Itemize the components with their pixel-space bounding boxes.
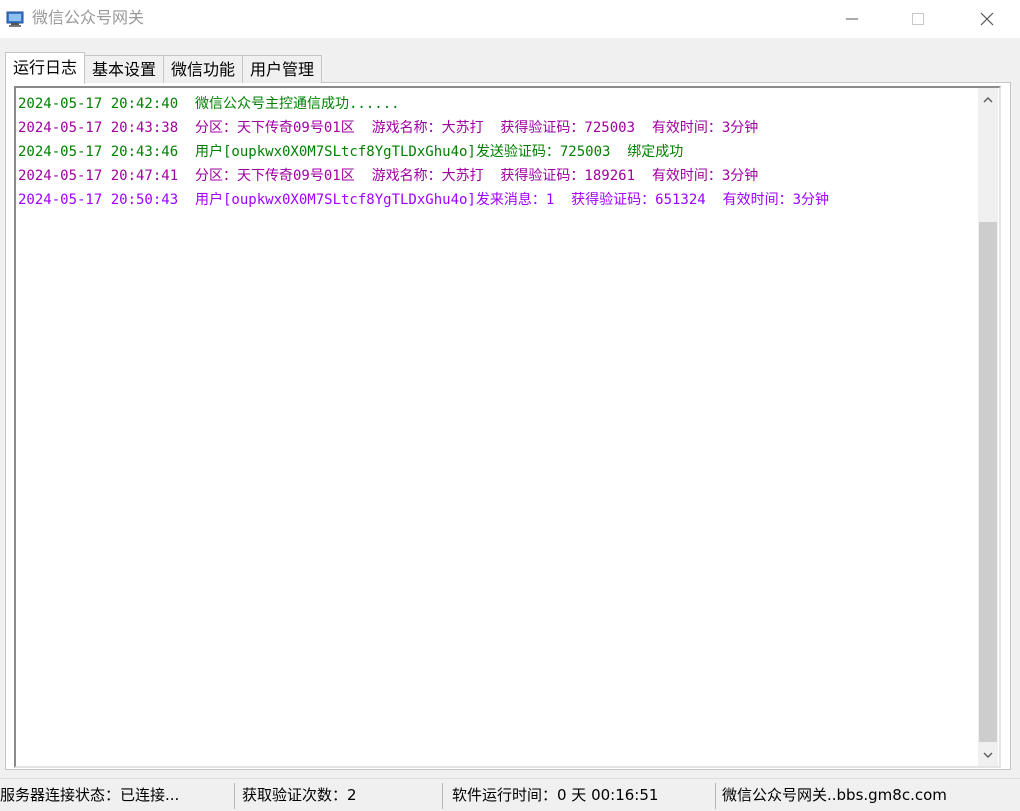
- window-app-icon: [6, 10, 26, 28]
- minimize-icon: [846, 18, 858, 20]
- status-bar: 服务器连接状态：已连接... 获取验证次数：2 软件运行时间：0 天 00:16…: [0, 778, 1020, 811]
- status-divider: [234, 783, 235, 809]
- log-textbox[interactable]: 2024-05-17 20:42:40 微信公众号主控通信成功...... 20…: [14, 86, 1001, 768]
- log-line: 2024-05-17 20:43:46 用户[oupkwx0X0M7SLtcf8…: [18, 144, 684, 160]
- status-verify-count: 获取验证次数：2: [242, 786, 357, 804]
- status-divider: [715, 783, 716, 809]
- log-line: 2024-05-17 20:50:43 用户[oupkwx0X0M7SLtcf8…: [18, 192, 830, 208]
- log-lines: 2024-05-17 20:42:40 微信公众号主控通信成功...... 20…: [18, 92, 973, 212]
- title-bar: 微信公众号网关: [0, 0, 1020, 38]
- chevron-down-icon: [983, 751, 993, 758]
- scroll-up-button[interactable]: [978, 88, 998, 110]
- log-line: 2024-05-17 20:42:40 微信公众号主控通信成功......: [18, 96, 400, 112]
- close-icon: [980, 12, 994, 26]
- close-button[interactable]: [955, 0, 1019, 38]
- tab-wechat-functions[interactable]: 微信功能: [164, 55, 244, 83]
- log-line: 2024-05-17 20:47:41 分区：天下传奇09号01区 游戏名称：大…: [18, 168, 759, 184]
- vertical-scrollbar[interactable]: [978, 88, 998, 766]
- status-connection: 服务器连接状态：已连接...: [0, 786, 180, 804]
- status-uptime: 软件运行时间：0 天 00:16:51: [452, 786, 659, 804]
- minimize-button[interactable]: [820, 0, 884, 38]
- chevron-up-icon: [983, 96, 993, 103]
- status-site: 微信公众号网关..bbs.gm8c.com: [722, 786, 947, 804]
- window-title: 微信公众号网关: [32, 8, 145, 27]
- maximize-icon: [912, 13, 924, 25]
- log-line: 2024-05-17 20:43:38 分区：天下传奇09号01区 游戏名称：大…: [18, 120, 759, 136]
- tab-strip: 运行日志 基本设置 微信功能 用户管理: [5, 52, 323, 84]
- status-divider: [442, 783, 443, 809]
- scrollbar-thumb[interactable]: [979, 222, 997, 742]
- tab-basic-settings[interactable]: 基本设置: [85, 55, 165, 83]
- tab-run-log[interactable]: 运行日志: [5, 52, 86, 84]
- scroll-down-button[interactable]: [978, 744, 998, 766]
- tab-user-management[interactable]: 用户管理: [243, 55, 323, 83]
- maximize-button[interactable]: [886, 0, 950, 38]
